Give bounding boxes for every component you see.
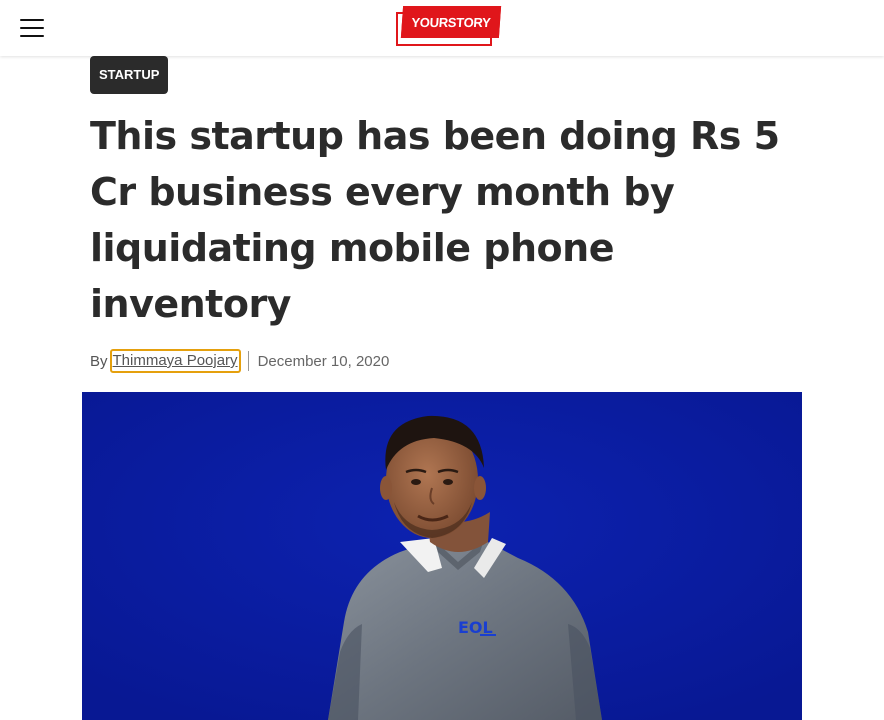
menu-line [20,27,44,29]
byline-divider [247,351,249,371]
site-header: YOURSTORY [0,0,884,56]
byline-prefix: By [90,352,108,370]
menu-line [20,35,44,37]
author-link[interactable]: Thimmaya Poojary [109,349,241,373]
yourstory-logo[interactable]: YOURSTORY [396,4,502,46]
category-tag[interactable]: STARTUP [90,56,169,94]
publish-date: December 10, 2020 [257,352,390,370]
menu-line [20,19,44,21]
logo-text: YOURSTORY [400,6,502,38]
article-title: This startup has been doing Rs 5 Cr busi… [90,114,780,326]
founder-photo: EOL [82,392,802,720]
hero-image: EOL [82,392,802,720]
byline: By Thimmaya Poojary December 10, 2020 [90,348,389,374]
hamburger-menu-icon[interactable] [20,18,44,38]
